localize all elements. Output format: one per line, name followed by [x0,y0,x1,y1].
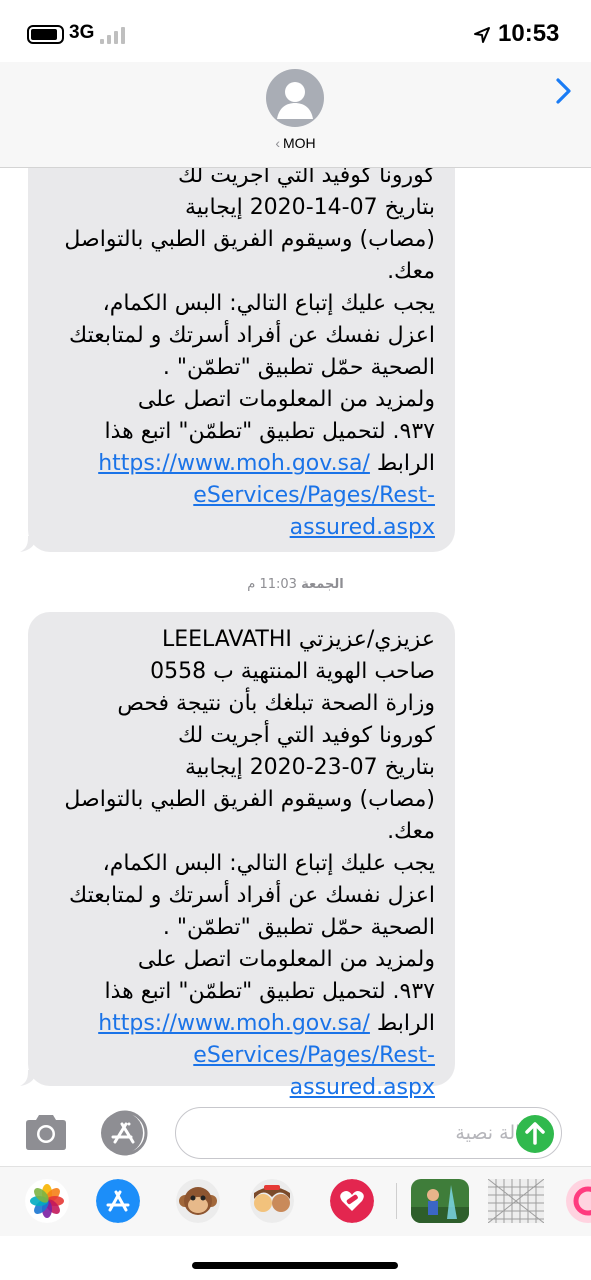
app-store-icon[interactable] [96,1179,140,1223]
partial-app-icon[interactable] [566,1179,591,1223]
bubble-tail-2 [20,1070,36,1086]
contact-chevron: ‹ [275,135,280,151]
send-button[interactable] [516,1115,554,1153]
home-indicator[interactable] [192,1262,398,1269]
game-icon[interactable] [411,1179,469,1223]
photos-icon[interactable] [25,1179,69,1223]
heart-sticker-icon[interactable] [330,1179,374,1223]
memoji-icon[interactable] [250,1179,294,1223]
contact-name-label: MOH [283,135,316,151]
message-timestamp: الجمعة 11:03 م [0,577,591,592]
timestamp-time: 11:03 م [247,577,297,592]
status-bar: 3G 10:53 [0,0,591,62]
message-2-text: عزيزي/عزيزتي LEELAVATHI صاحب الهوية المن… [64,627,435,1036]
bubble-tail-1 [20,536,36,552]
network-type: 3G [69,22,95,43]
drawer-divider [396,1183,397,1219]
location-arrow-icon [474,27,490,43]
message-bubble-2[interactable]: عزيزي/عزيزتي LEELAVATHI صاحب الهوية المن… [28,612,455,1100]
monkey-animoji-icon[interactable] [176,1179,220,1223]
grid-pattern-icon[interactable] [488,1179,544,1223]
app-drawer [0,1166,591,1236]
app-store-button-icon[interactable] [99,1110,151,1156]
contact-name[interactable]: ‹ MOH [0,135,591,151]
avatar-icon[interactable] [266,69,324,127]
message-input[interactable] [236,1118,546,1148]
signal-icon [100,26,125,44]
message-bubble-1[interactable]: وزارة الصحة تبلغك بأن نتيجة فحص كورونا ك… [28,140,455,552]
status-time: 10:53 [498,20,560,47]
message-1-text: وزارة الصحة تبلغك بأن نتيجة فحص كورونا ك… [64,140,435,476]
chevron-right-icon[interactable] [552,76,574,106]
timestamp-day: الجمعة [301,577,344,592]
battery-icon [27,25,64,44]
conversation-header: ‹ MOH [0,62,591,168]
arrow-up-icon [525,1122,545,1145]
camera-icon[interactable] [22,1113,70,1153]
compose-bar [0,1098,591,1172]
message-input-field[interactable] [175,1107,562,1159]
